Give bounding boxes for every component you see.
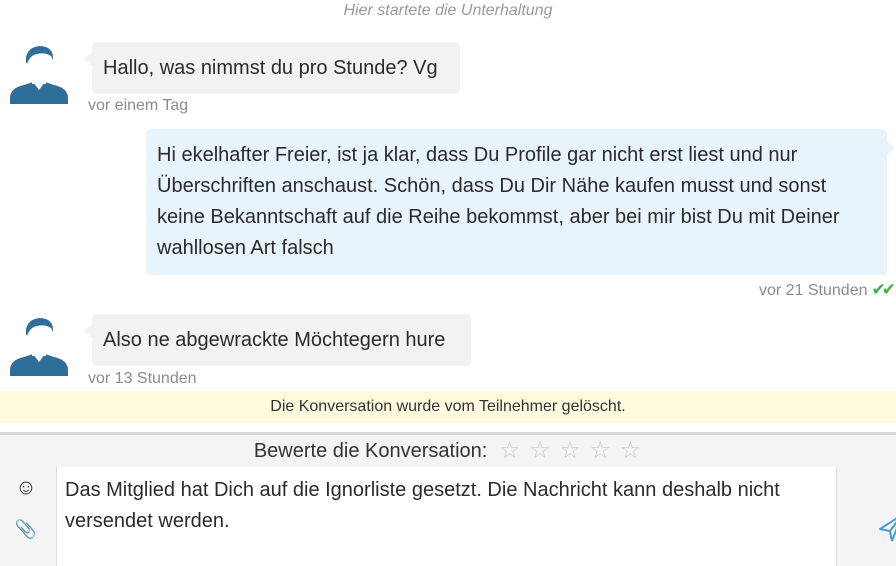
message-bubble-outgoing: Hi ekelhafter Freier, ist ja klar, dass … [146,129,895,275]
message-timestamp: vor einem Tag [88,97,189,114]
message-text: Also ne abgewrackte Möchtegern hure [103,329,446,351]
rating-label: Bewerte die Konversation: [253,440,488,462]
rating-star-4-icon[interactable]: ☆ [589,437,612,464]
send-paper-plane-icon [879,517,896,541]
conversation-deleted-notice: Die Konversation wurde vom Teilnehmer ge… [0,391,896,423]
read-receipt-check-icon: ✔✔ [871,280,896,299]
rating-stars: ☆ ☆ ☆ ☆ ☆ [499,435,642,467]
user-avatar-icon[interactable] [8,42,70,104]
rating-star-2-icon[interactable]: ☆ [529,437,552,464]
rating-star-3-icon[interactable]: ☆ [559,437,582,464]
message-status: vor 21 Stunden ✔✔ [758,280,896,301]
message-input[interactable]: Das Mitglied hat Dich auf die Ignorliste… [56,467,837,566]
paperclip-icon[interactable]: 📎 [13,516,39,542]
conversation-start-label: Hier startete die Unterhaltung [343,2,553,19]
message-bubble-incoming: Hallo, was nimmst du pro Stunde? Vg [84,42,460,94]
rating-row: Bewerte die Konversation: ☆ ☆ ☆ ☆ ☆ [0,435,896,467]
message-timestamp: vor 13 Stunden [88,370,197,387]
rating-star-1-icon[interactable]: ☆ [499,437,522,464]
user-avatar-icon[interactable] [8,314,70,376]
message-composer: ☺ 📎 Das Mitglied hat Dich auf die Ignorl… [0,467,896,566]
message-timestamp: vor 21 Stunden [758,282,868,299]
message-text: Hi ekelhafter Freier, ist ja klar, dass … [157,144,840,259]
rating-star-5-icon[interactable]: ☆ [620,437,643,464]
emoji-icon[interactable]: ☺ [13,475,39,501]
message-bubble-incoming: Also ne abgewrackte Möchtegern hure [84,314,471,366]
message-text: Hallo, was nimmst du pro Stunde? Vg [103,57,438,79]
send-button[interactable] [838,467,896,566]
